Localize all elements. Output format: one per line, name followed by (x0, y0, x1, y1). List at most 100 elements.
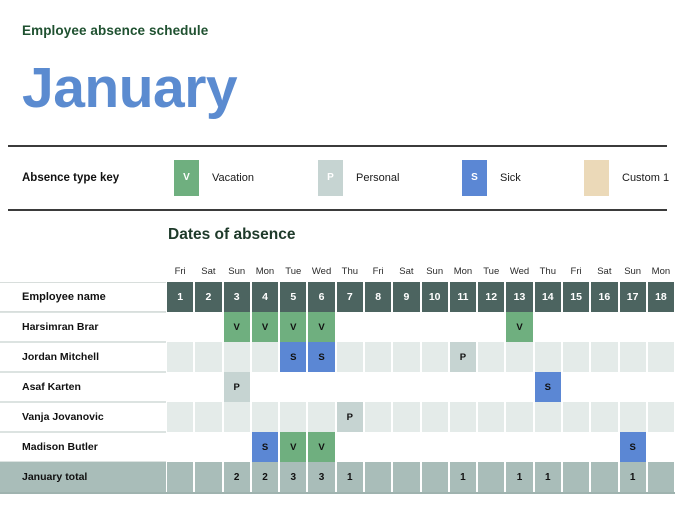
date-header-cell[interactable]: 7 (335, 282, 364, 312)
absence-cell-v[interactable]: V (505, 312, 534, 342)
absence-cell-empty[interactable] (335, 372, 364, 402)
absence-cell-p[interactable]: P (335, 402, 364, 432)
absence-cell-empty[interactable] (646, 372, 675, 402)
absence-cell-p[interactable]: P (222, 372, 251, 402)
absence-cell-p[interactable]: P (448, 342, 478, 372)
absence-cell-s[interactable]: S (250, 432, 280, 462)
absence-cell-empty[interactable] (250, 372, 280, 402)
absence-cell-empty[interactable] (448, 432, 478, 462)
absence-cell-empty[interactable] (307, 372, 336, 402)
absence-cell-empty[interactable] (166, 372, 195, 402)
absence-cell-empty[interactable] (194, 372, 223, 402)
absence-cell-empty[interactable] (477, 342, 506, 372)
absence-cell-v[interactable]: V (250, 312, 280, 342)
absence-cell-empty[interactable] (561, 342, 591, 372)
date-header-cell[interactable]: 17 (618, 282, 647, 312)
absence-cell-empty[interactable] (166, 342, 195, 372)
absence-cell-empty[interactable] (194, 312, 223, 342)
absence-cell-empty[interactable] (505, 342, 534, 372)
absence-cell-empty[interactable] (505, 432, 534, 462)
absence-cell-empty[interactable] (420, 402, 449, 432)
absence-cell-v[interactable]: V (279, 312, 308, 342)
date-header-cell[interactable]: 4 (250, 282, 280, 312)
absence-cell-empty[interactable] (335, 432, 364, 462)
absence-cell-empty[interactable] (646, 342, 675, 372)
absence-cell-empty[interactable] (420, 372, 449, 402)
absence-cell-empty[interactable] (505, 372, 534, 402)
absence-cell-empty[interactable] (392, 432, 421, 462)
absence-cell-empty[interactable] (250, 402, 280, 432)
absence-cell-empty[interactable] (561, 432, 591, 462)
date-header-cell[interactable]: 8 (363, 282, 393, 312)
date-header-cell[interactable]: 15 (561, 282, 591, 312)
date-header-cell[interactable]: 10 (420, 282, 449, 312)
absence-cell-empty[interactable] (420, 432, 449, 462)
date-header-cell[interactable]: 16 (590, 282, 619, 312)
date-header-cell[interactable]: 13 (505, 282, 534, 312)
absence-cell-empty[interactable] (307, 402, 336, 432)
absence-cell-empty[interactable] (618, 342, 647, 372)
absence-cell-empty[interactable] (618, 312, 647, 342)
absence-cell-empty[interactable] (477, 372, 506, 402)
date-header-cell[interactable]: 9 (392, 282, 421, 312)
date-header-cell[interactable]: 1 (166, 282, 195, 312)
absence-cell-empty[interactable] (590, 312, 619, 342)
date-header-cell[interactable]: 11 (448, 282, 478, 312)
date-header-cell[interactable]: 2 (194, 282, 223, 312)
absence-cell-v[interactable]: V (307, 312, 336, 342)
absence-cell-empty[interactable] (222, 432, 251, 462)
absence-cell-empty[interactable] (448, 372, 478, 402)
absence-cell-empty[interactable] (166, 432, 195, 462)
employee-name[interactable]: Vanja Jovanovic (0, 402, 166, 432)
absence-cell-empty[interactable] (363, 432, 393, 462)
absence-cell-s[interactable]: S (307, 342, 336, 372)
date-header-cell[interactable]: 3 (222, 282, 251, 312)
employee-name[interactable]: Jordan Mitchell (0, 342, 166, 372)
absence-cell-empty[interactable] (448, 312, 478, 342)
absence-cell-empty[interactable] (166, 402, 195, 432)
absence-cell-empty[interactable] (448, 402, 478, 432)
absence-cell-empty[interactable] (618, 402, 647, 432)
absence-cell-s[interactable]: S (618, 432, 647, 462)
absence-cell-empty[interactable] (590, 432, 619, 462)
absence-cell-empty[interactable] (363, 402, 393, 432)
absence-cell-empty[interactable] (279, 372, 308, 402)
absence-cell-empty[interactable] (533, 432, 562, 462)
absence-cell-empty[interactable] (335, 312, 364, 342)
absence-cell-empty[interactable] (420, 342, 449, 372)
absence-cell-empty[interactable] (363, 342, 393, 372)
absence-cell-empty[interactable] (363, 372, 393, 402)
absence-cell-s[interactable]: S (279, 342, 308, 372)
date-header-cell[interactable]: 18 (646, 282, 675, 312)
absence-cell-empty[interactable] (533, 342, 562, 372)
employee-name[interactable]: Harsimran Brar (0, 312, 166, 342)
absence-cell-empty[interactable] (590, 372, 619, 402)
absence-cell-empty[interactable] (250, 342, 280, 372)
absence-cell-empty[interactable] (477, 312, 506, 342)
absence-cell-empty[interactable] (279, 402, 308, 432)
absence-cell-empty[interactable] (222, 402, 251, 432)
absence-cell-empty[interactable] (646, 402, 675, 432)
absence-cell-empty[interactable] (335, 342, 364, 372)
date-header-cell[interactable]: 5 (279, 282, 308, 312)
absence-cell-empty[interactable] (420, 312, 449, 342)
date-header-cell[interactable]: 14 (533, 282, 562, 312)
absence-cell-empty[interactable] (646, 432, 675, 462)
absence-cell-empty[interactable] (533, 402, 562, 432)
absence-cell-empty[interactable] (561, 402, 591, 432)
absence-cell-empty[interactable] (590, 402, 619, 432)
absence-cell-empty[interactable] (561, 372, 591, 402)
absence-cell-v[interactable]: V (279, 432, 308, 462)
absence-cell-empty[interactable] (363, 312, 393, 342)
absence-cell-empty[interactable] (392, 372, 421, 402)
employee-name[interactable]: Asaf Karten (0, 372, 166, 402)
absence-cell-v[interactable]: V (307, 432, 336, 462)
date-header-cell[interactable]: 6 (307, 282, 336, 312)
absence-cell-empty[interactable] (194, 432, 223, 462)
absence-cell-empty[interactable] (222, 342, 251, 372)
absence-cell-empty[interactable] (533, 312, 562, 342)
absence-cell-empty[interactable] (166, 312, 195, 342)
absence-cell-empty[interactable] (590, 342, 619, 372)
absence-cell-v[interactable]: V (222, 312, 251, 342)
absence-cell-empty[interactable] (477, 402, 506, 432)
